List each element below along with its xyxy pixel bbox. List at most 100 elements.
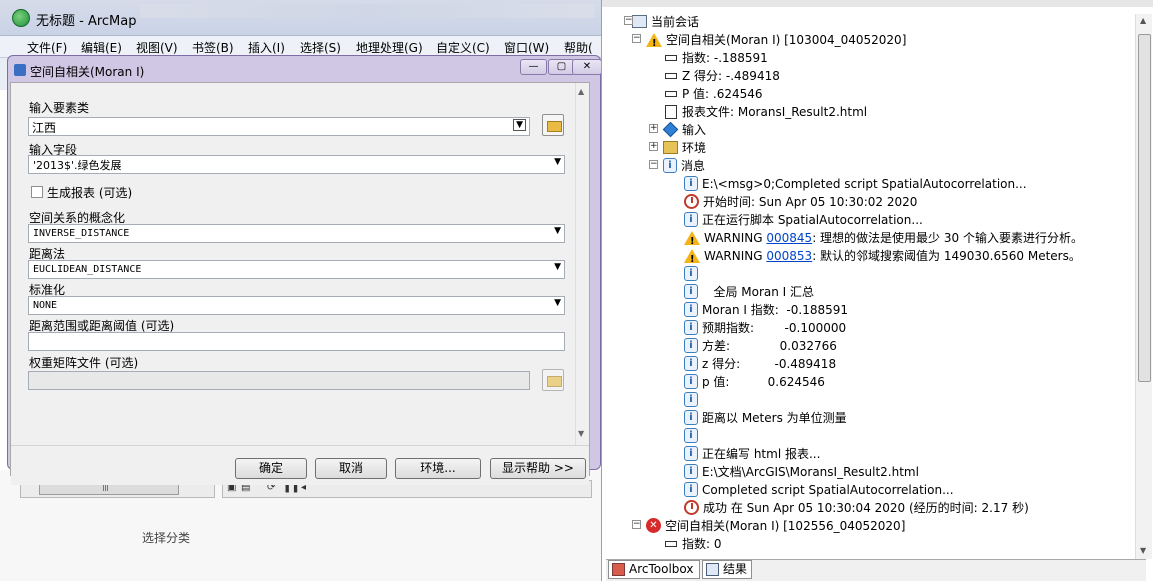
info-icon: i [684,284,698,299]
expand-icon[interactable]: + [649,124,658,133]
generate-report-checkbox[interactable] [31,186,43,198]
collapse-icon[interactable]: − [632,520,641,529]
message-row[interactable]: i E:\文档\ArcGIS\MoransI_Result2.html [684,462,919,480]
message-row[interactable]: 开始时间: Sun Apr 05 10:30:02 2020 [684,192,917,210]
chevron-down-icon[interactable]: ▼ [513,119,526,131]
standardization-combo[interactable]: NONE ▼ [28,296,565,315]
scrollbar-thumb[interactable] [1138,34,1151,382]
conceptualization-combo[interactable]: INVERSE_DISTANCE ▼ [28,224,565,243]
menu-bookmarks[interactable]: 书签(B) [192,39,234,56]
message-row[interactable]: i p 值: 0.624546 [684,372,825,390]
message-row[interactable]: i [684,426,702,444]
menu-selection[interactable]: 选择(S) [300,39,341,56]
result-2-index[interactable]: 指数: 0 [665,534,722,552]
ok-button[interactable]: 确定 [235,458,307,479]
dialog-vertical-scrollbar[interactable]: ▲ ▼ [575,83,589,445]
scroll-down-icon[interactable]: ▼ [1140,546,1146,555]
chevron-down-icon[interactable]: ▼ [554,157,561,167]
chevron-down-icon[interactable]: ▼ [554,262,561,272]
input-field-combo[interactable]: '2013$'.绿色发展 ▼ [28,155,565,174]
environments-button[interactable]: 环境... [395,458,481,479]
message-row[interactable]: i 正在编写 html 报表... [684,444,820,462]
result-2-index-text: 指数: 0 [682,536,722,551]
menu-customize[interactable]: 自定义(C) [436,39,490,56]
message-row[interactable]: i 距离以 Meters 为单位测量 [684,408,847,426]
show-help-button[interactable]: 显示帮助 >> [490,458,586,479]
scroll-up-icon[interactable]: ▲ [1140,16,1146,25]
result-item-1-title: 空间自相关(Moran I) [103004_04052020] [666,32,907,47]
output-value-icon [665,72,677,79]
distance-threshold-input[interactable] [28,332,565,351]
message-row[interactable]: i z 得分: -0.489418 [684,354,836,372]
tab-arctoolbox[interactable]: ArcToolbox [608,560,700,579]
message-row[interactable]: i 预期指数: -0.100000 [684,318,846,336]
message-row[interactable]: i Completed script SpatialAutocorrelation… [684,480,954,498]
weights-file-input[interactable] [28,371,530,390]
close-button[interactable]: ✕ [572,59,602,75]
result-pvalue[interactable]: P 值: .624546 [665,84,763,102]
browse-folder-icon[interactable] [542,369,564,391]
result-index[interactable]: 指数: -.188591 [665,48,768,66]
menu-edit[interactable]: 编辑(E) [81,39,122,56]
menu-window[interactable]: 窗口(W) [504,39,549,56]
result-zscore[interactable]: Z 得分: -.489418 [665,66,780,84]
message-row[interactable]: i Moran I 指数: -0.188591 [684,300,848,318]
chevron-down-icon[interactable]: ▼ [554,298,561,308]
input-features-combo[interactable]: 江西 ▼ [28,117,530,136]
panel-tabs: ArcToolbox 结果 [606,559,1146,581]
chevron-down-icon[interactable]: ▼ [554,226,561,236]
message-row[interactable]: i 方差: 0.032766 [684,336,837,354]
result-report-file[interactable]: 报表文件: MoransI_Result2.html [665,102,867,120]
maximize-button[interactable]: ▢ [548,59,575,75]
cancel-button[interactable]: 取消 [315,458,387,479]
warning-icon [646,32,662,53]
result-item-1[interactable]: − 空间自相关(Moran I) [103004_04052020] [632,30,907,53]
message-row[interactable]: i E:\<msg>0;Completed script SpatialAutoc… [684,174,1027,192]
info-icon: i [684,356,698,371]
message-body: : 默认的邻域搜索阈值为 149030.6560 Meters。 [812,248,1081,263]
message-row[interactable]: WARNING 000853: 默认的邻域搜索阈值为 149030.6560 M… [684,246,1081,269]
distance-method-combo[interactable]: EUCLIDEAN_DISTANCE ▼ [28,260,565,279]
message-row[interactable]: i [684,264,702,282]
expand-icon[interactable]: + [649,142,658,151]
message-text: p 值: 0.624546 [702,374,825,389]
tab-results[interactable]: 结果 [702,560,752,579]
dialog-title: 空间自相关(Moran I) [30,65,145,79]
menu-insert[interactable]: 插入(I) [248,39,285,56]
info-icon: i [684,266,698,281]
collapse-icon[interactable]: − [624,16,633,25]
result-item-2[interactable]: − ✕ 空间自相关(Moran I) [102556_04052020] [632,516,905,534]
results-vertical-scrollbar[interactable]: ▲ ▼ [1135,14,1152,559]
menu-view[interactable]: 视图(V) [136,39,178,56]
results-icon [706,563,719,576]
collapse-icon[interactable]: − [632,34,641,43]
input-features-label: 输入要素类 [29,101,90,115]
title-bar: 无标题 - ArcMap [0,0,601,36]
message-row[interactable]: WARNING 000845: 理想的做法是使用最少 30 个输入要素进行分析。 [684,228,1083,251]
message-row[interactable]: i 正在运行脚本 SpatialAutocorrelation... [684,210,923,228]
info-icon: i [684,338,698,353]
collapse-icon[interactable]: − [649,160,658,169]
info-icon: i [684,482,698,497]
inputs-node[interactable]: + 输入 [649,120,706,138]
message-row[interactable]: i [684,390,702,408]
messages-label: 消息 [681,158,706,173]
message-row[interactable]: i 全局 Moran I 汇总 [684,282,814,300]
warning-code-link[interactable]: 000845 [766,231,812,245]
minimize-button[interactable]: — [520,59,547,75]
info-icon: i [684,446,698,461]
taskbar-overlay [140,4,595,18]
message-row[interactable]: 成功 在 Sun Apr 05 10:30:04 2020 (经历的时间: 2.… [684,498,1029,516]
arcmap-logo-icon [12,9,30,27]
scroll-up-icon[interactable]: ▲ [578,87,584,96]
menu-help[interactable]: 帮助( [564,39,593,56]
messages-node[interactable]: − i 消息 [649,156,705,174]
error-icon: ✕ [646,518,661,533]
environments-node[interactable]: + 环境 [649,138,706,156]
warning-code-link[interactable]: 000853 [766,249,812,263]
menu-file[interactable]: 文件(F) [27,39,67,56]
menu-geoprocessing[interactable]: 地理处理(G) [356,39,423,56]
browse-folder-icon[interactable] [542,114,564,136]
current-session-node[interactable]: − 当前会话 [608,12,699,30]
scroll-down-icon[interactable]: ▼ [578,429,584,438]
